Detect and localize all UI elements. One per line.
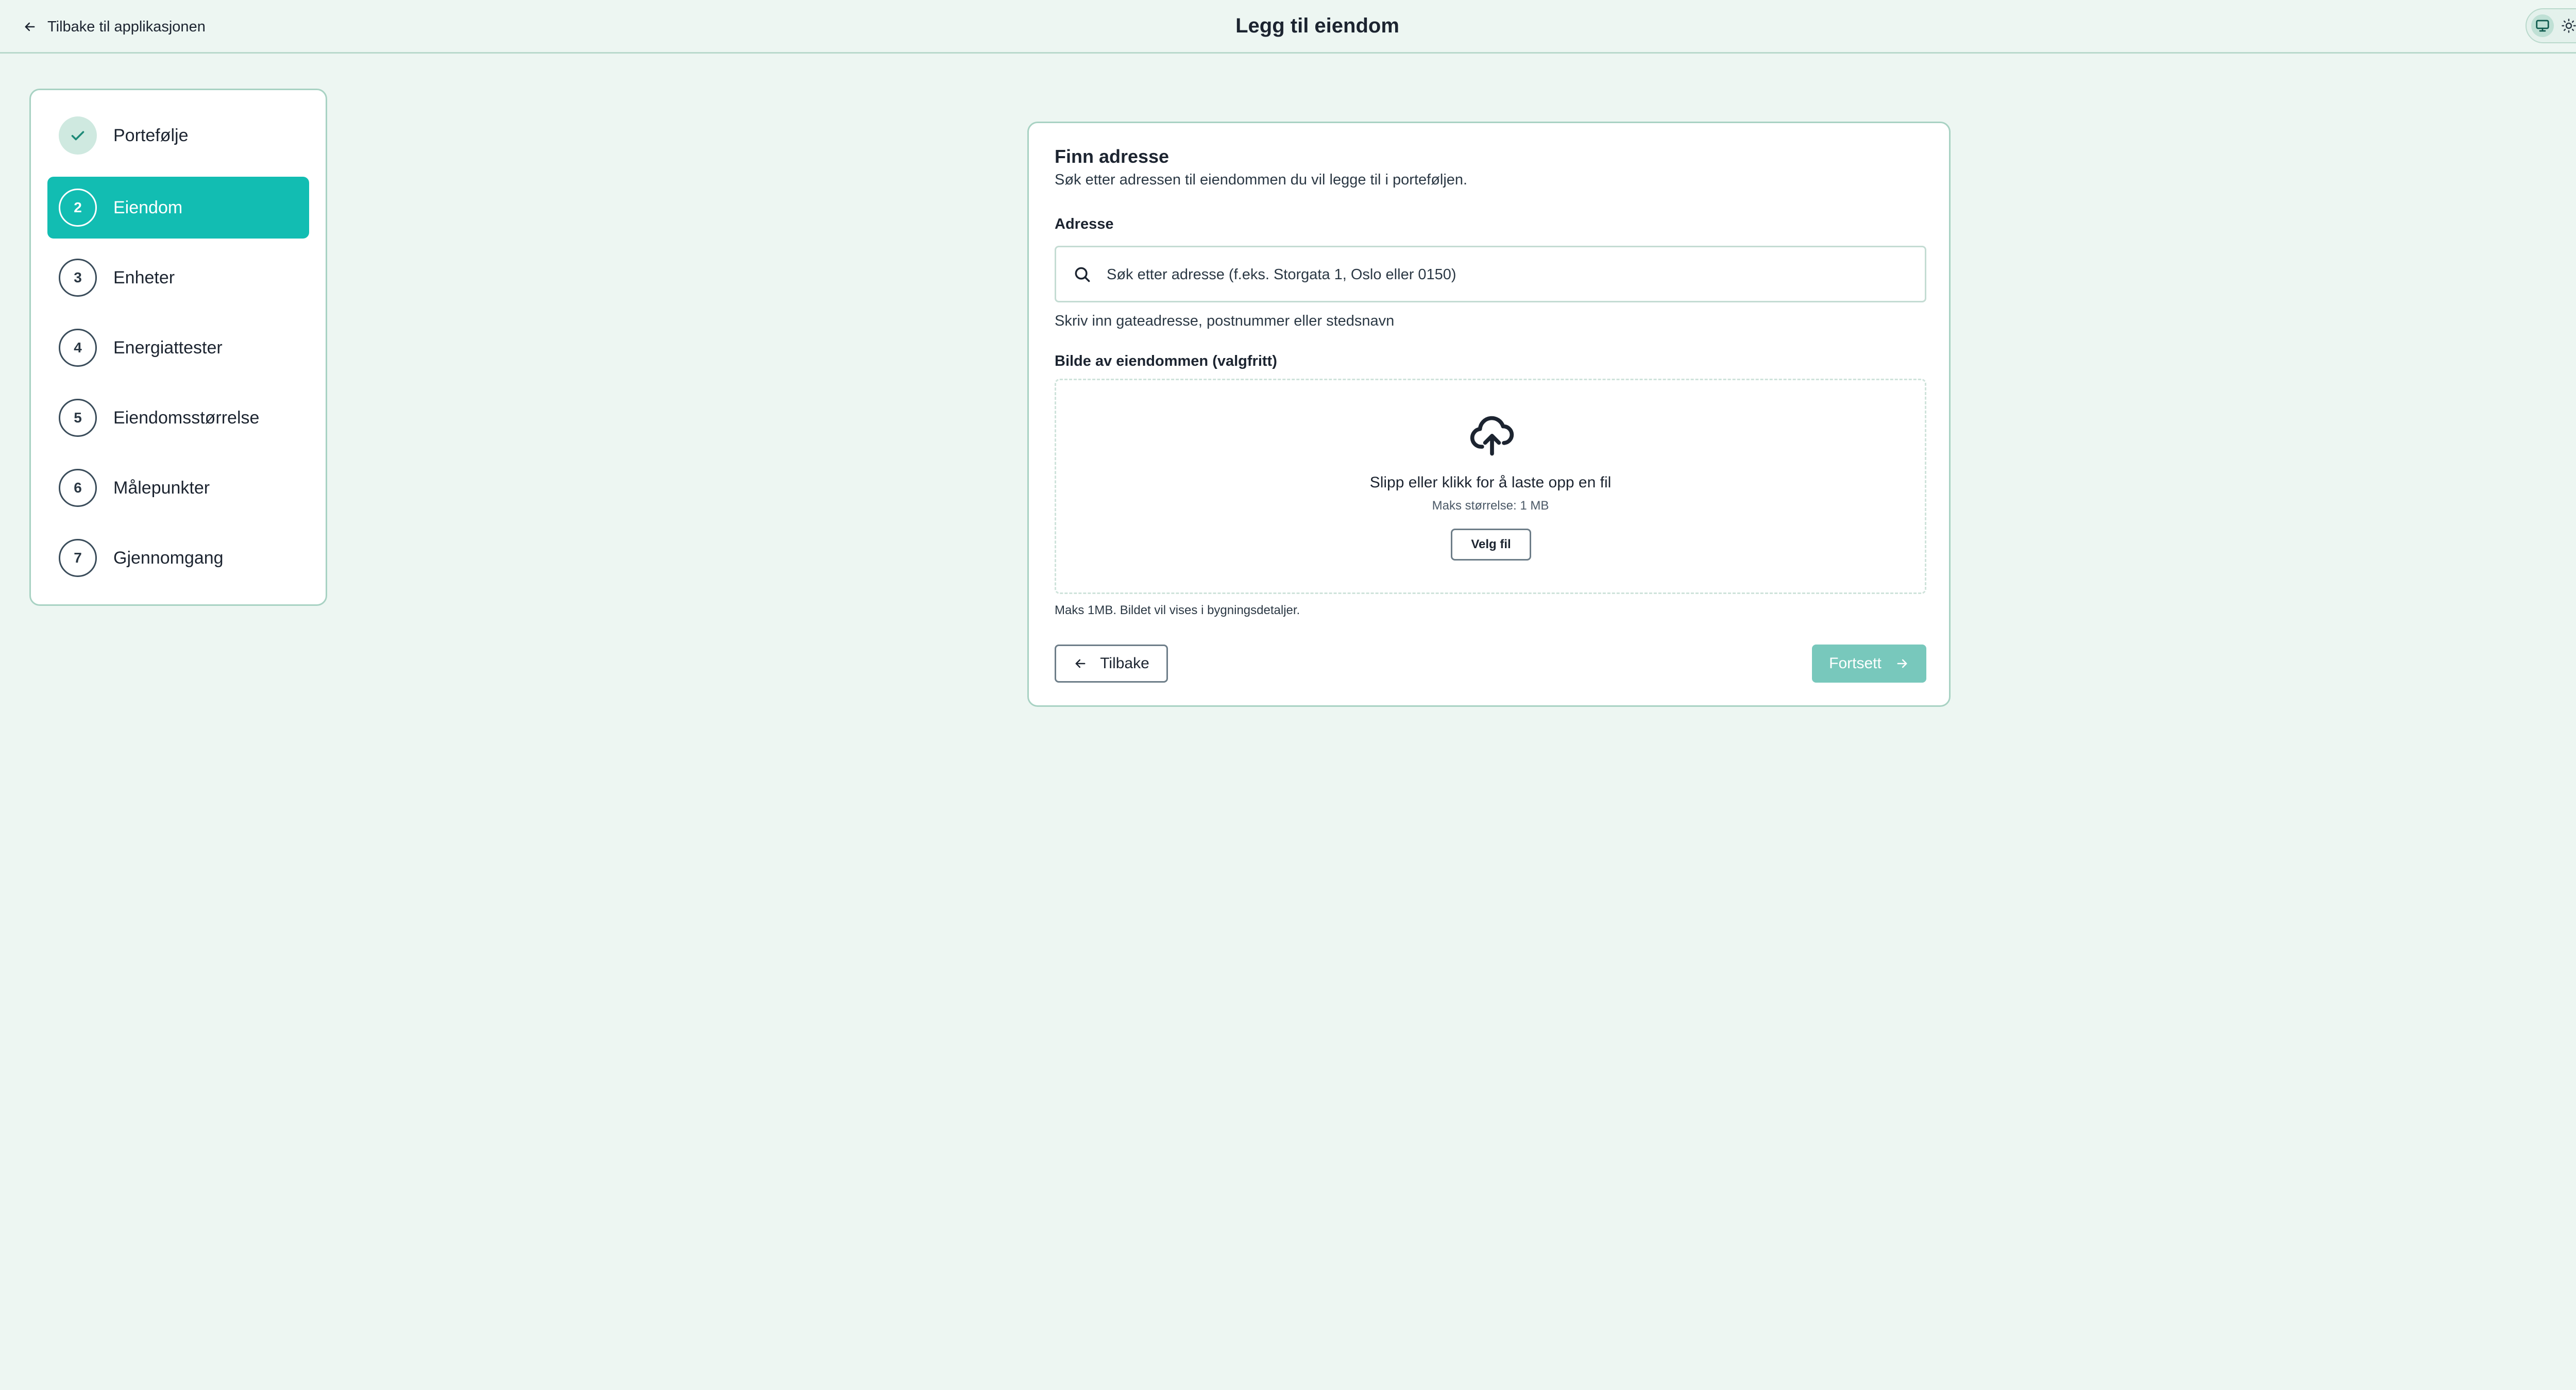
back-button[interactable]: Tilbake (1055, 645, 1168, 683)
step-number: 4 (59, 329, 97, 367)
sun-icon (2562, 19, 2576, 33)
back-button-label: Tilbake (1100, 655, 1149, 672)
step-number: 3 (59, 259, 97, 297)
step-label: Målepunkter (113, 478, 210, 498)
continue-button-label: Fortsett (1829, 655, 1882, 672)
address-search-input[interactable] (1106, 247, 1911, 302)
card-description: Søk etter adressen til eiendommen du vil… (1055, 172, 1468, 188)
step-number: 6 (59, 469, 97, 507)
wizard-stepper: Portefølje 2 Eiendom 3 Enheter 4 Energia… (29, 89, 327, 606)
step-eiendom[interactable]: 2 Eiendom (47, 177, 309, 239)
theme-switcher (2526, 8, 2576, 43)
address-help-text: Skriv inn gateadresse, postnummer eller … (1055, 313, 1395, 329)
search-icon (1075, 267, 1090, 282)
step-label: Eiendom (113, 198, 183, 217)
arrow-left-icon (1075, 659, 1086, 668)
step-label: Portefølje (113, 126, 189, 145)
dropzone-text: Slipp eller klikk for å laste opp en fil (1369, 474, 1612, 491)
step-enheter[interactable]: 3 Enheter (47, 247, 309, 309)
address-label: Adresse (1055, 216, 1114, 232)
step-malepunkter[interactable]: 6 Målepunkter (47, 457, 309, 519)
top-bar: Tilbake til applikasjonen Legg til eiend… (0, 0, 2576, 54)
step-completed-badge (59, 116, 97, 155)
cloud-upload-icon (1470, 416, 1514, 456)
address-search-field[interactable] (1055, 246, 1926, 302)
image-note: Maks 1MB. Bildet vil vises i bygningsdet… (1055, 603, 1300, 617)
theme-light-button[interactable] (2557, 14, 2576, 37)
step-eiendomsstorrelse[interactable]: 5 Eiendomsstørrelse (47, 387, 309, 449)
check-icon (71, 131, 84, 141)
continue-button[interactable]: Fortsett (1812, 645, 1926, 683)
step-energiattester[interactable]: 4 Energiattester (47, 317, 309, 379)
page-title: Legg til eiendom (1235, 14, 1399, 37)
theme-system-button[interactable] (2531, 14, 2554, 37)
step-label: Gjennomgang (113, 548, 224, 568)
image-dropzone[interactable]: Slipp eller klikk for å laste opp en fil… (1055, 379, 1926, 594)
step-label: Energiattester (113, 338, 223, 358)
step-portefolje[interactable]: Portefølje (47, 105, 309, 166)
find-address-card: Finn adresse Søk etter adressen til eien… (1027, 122, 1951, 707)
monitor-icon (2536, 20, 2549, 32)
step-gjennomgang[interactable]: 7 Gjennomgang (47, 527, 309, 589)
step-number: 7 (59, 539, 97, 577)
step-number: 2 (59, 189, 97, 227)
step-label: Enheter (113, 268, 175, 287)
image-label: Bilde av eiendommen (valgfritt) (1055, 353, 1277, 369)
step-label: Eiendomsstørrelse (113, 408, 260, 428)
dropzone-size-hint: Maks størrelse: 1 MB (1432, 499, 1549, 513)
arrow-right-icon (1897, 659, 1907, 668)
choose-file-button[interactable]: Velg fil (1451, 529, 1531, 561)
card-title: Finn adresse (1055, 146, 1170, 167)
step-number: 5 (59, 399, 97, 437)
